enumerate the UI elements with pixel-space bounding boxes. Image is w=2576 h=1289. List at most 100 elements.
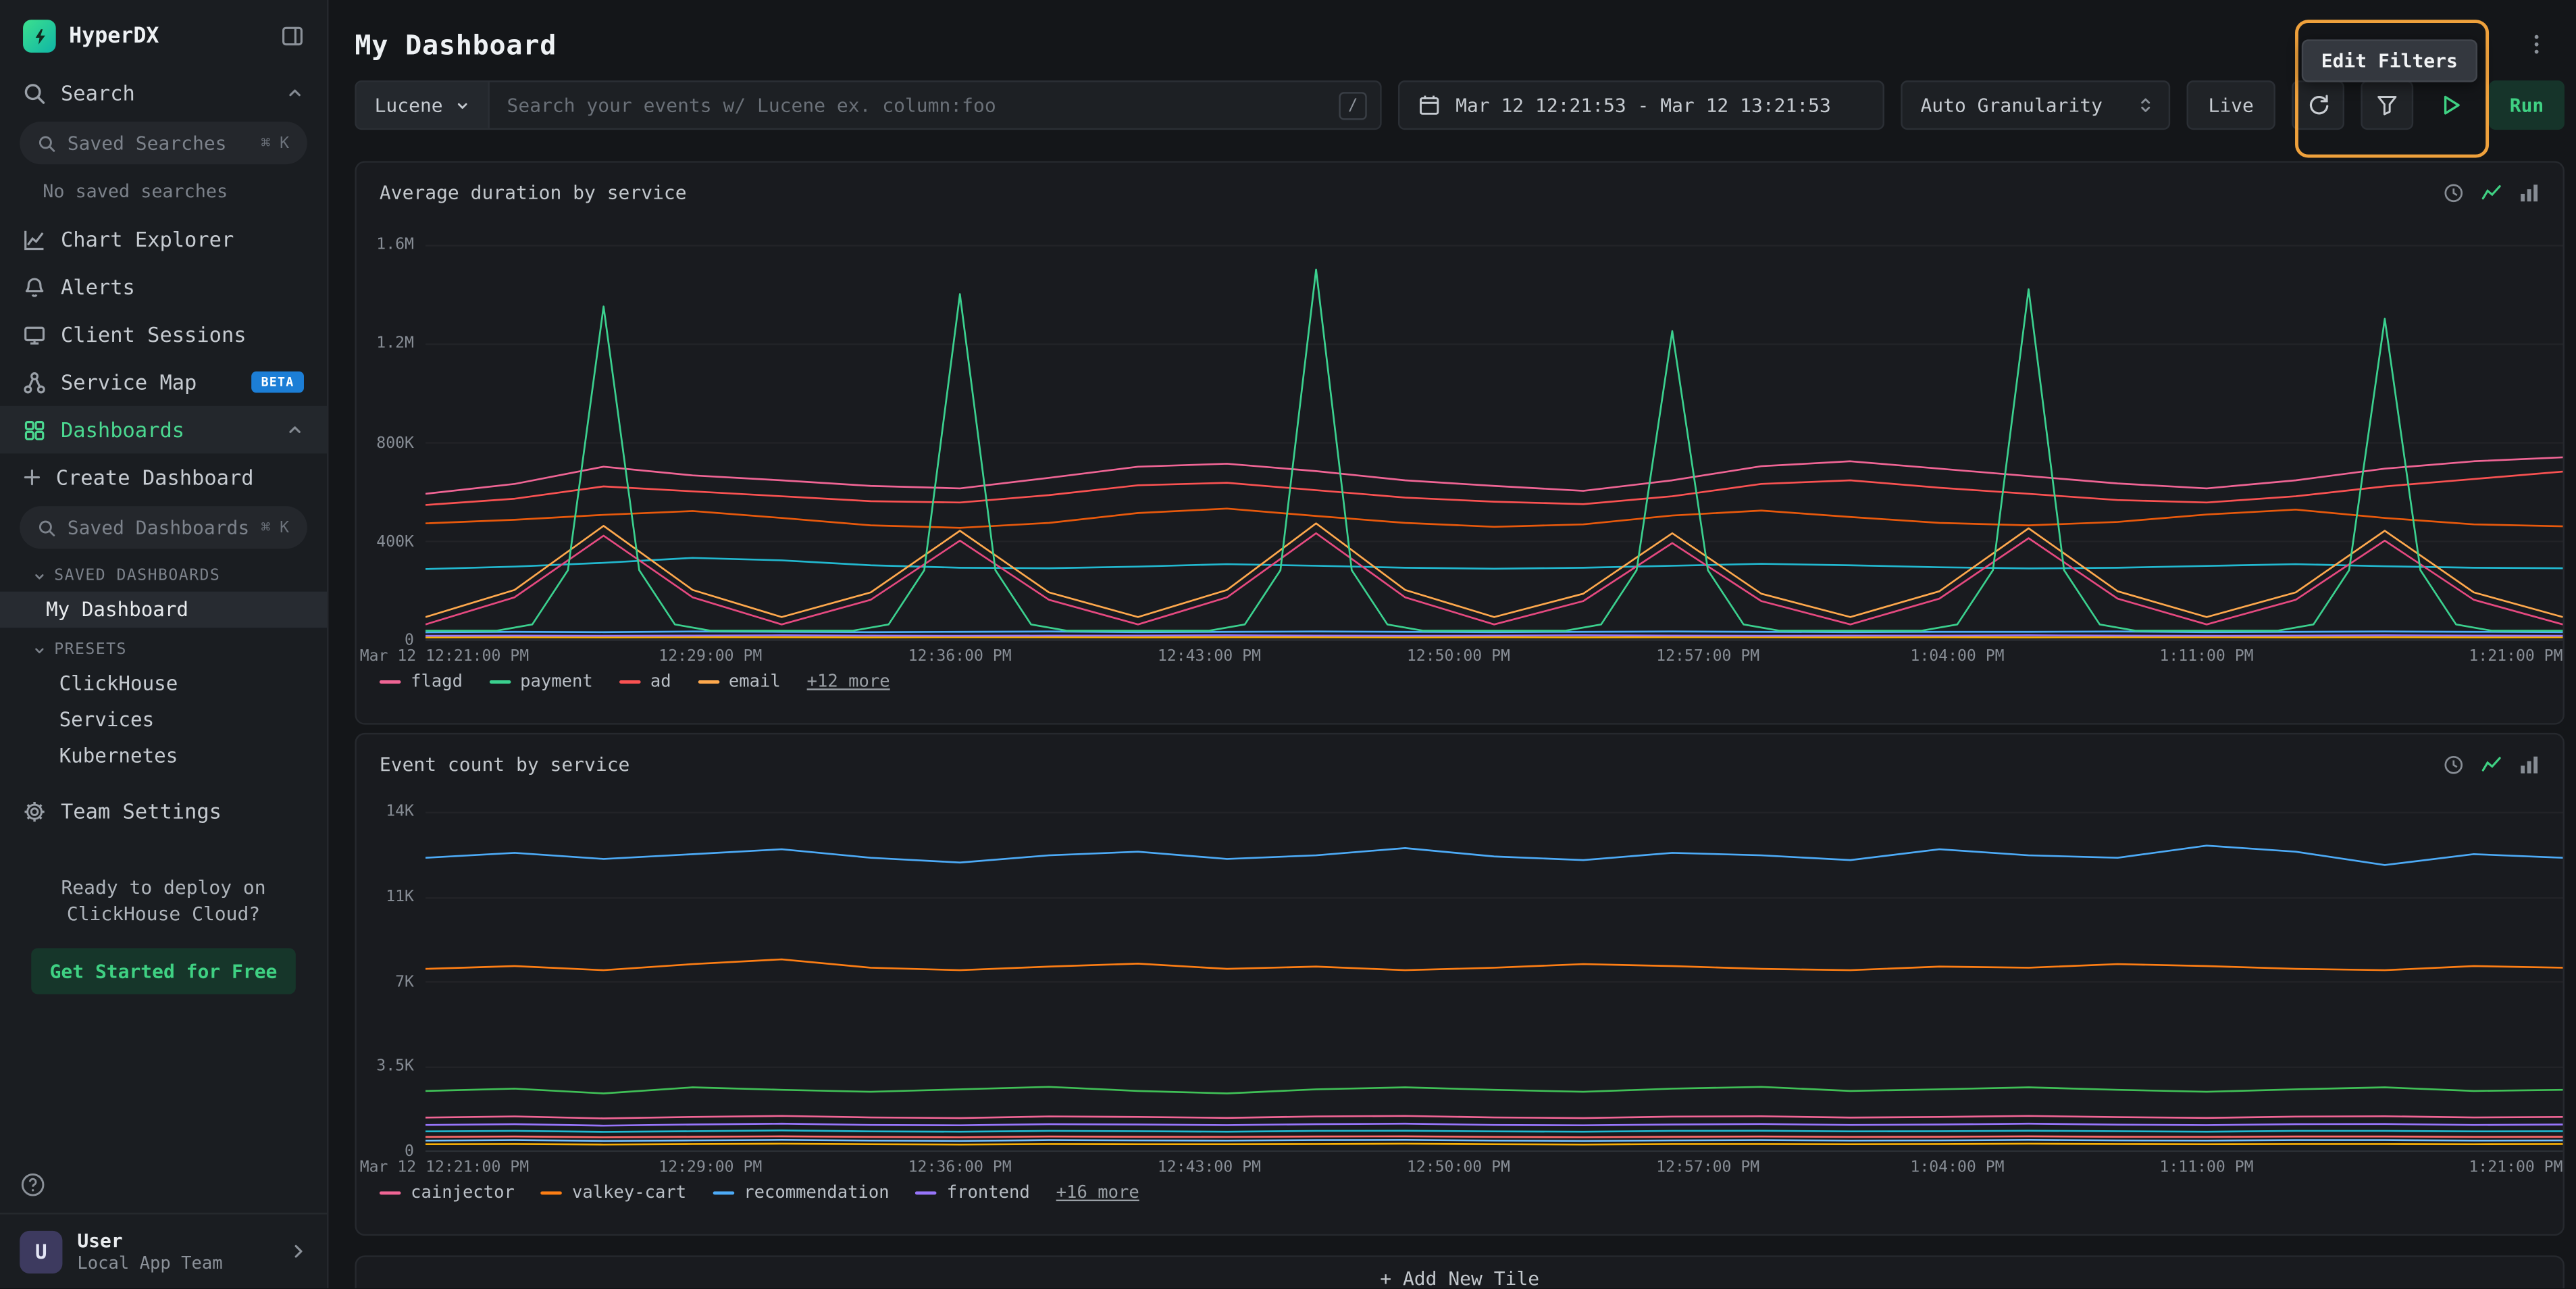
y-axis-tick: 7K [355,973,414,991]
play-button[interactable] [2430,80,2473,130]
edit-filters-tooltip: Edit Filters [2302,39,2477,82]
presets-section[interactable]: PRESETS [0,628,327,665]
time-range-icon[interactable] [2443,753,2465,775]
legend-item-cainjector[interactable]: cainjector [380,1183,515,1203]
user-menu[interactable]: U User Local App Team [0,1213,327,1289]
create-dashboard-button[interactable]: Create Dashboard [0,453,327,501]
add-new-tile-button[interactable]: + Add New Tile [355,1255,2565,1289]
chart-legend: flagd payment ad email +12 more [380,672,2563,692]
event-search-input[interactable]: Search your events w/ Lucene ex. column:… [489,82,1339,128]
toolbar: Lucene Search your events w/ Lucene ex. … [355,80,2565,130]
legend-label: frontend [947,1183,1030,1203]
time-range-icon[interactable] [2443,182,2465,203]
y-axis-tick: 1.6M [355,236,414,254]
sidebar-item-team-settings[interactable]: Team Settings [0,787,327,835]
tile-title: Average duration by service [380,181,687,204]
user-meta: User Local App Team [77,1230,222,1274]
x-axis-tick: 12:36:00 PM [908,1159,1012,1177]
saved-dashboards-section[interactable]: SAVED DASHBOARDS [0,554,327,592]
calendar-icon [1418,94,1441,117]
legend-swatch [713,1191,734,1194]
chart-series-ad [426,472,2563,505]
sidebar-item-dashboards[interactable]: Dashboards [0,406,327,454]
legend-swatch [698,680,719,684]
refresh-button[interactable] [2292,80,2344,130]
sidebar-item-chart-explorer[interactable]: Chart Explorer [0,216,327,263]
y-axis-tick: 11K [355,888,414,906]
query-language-label: Lucene [375,94,443,117]
legend-swatch [541,1191,563,1194]
sidebar-item-alerts[interactable]: Alerts [0,263,327,311]
chart-area: 14K11K7K3.5K0 [357,812,2563,1153]
tile-event-count: Event count by service 14K11K7K3.5K0 [355,733,2565,1236]
page-head: My Dashboard [355,26,2565,63]
bar-chart-icon[interactable] [2519,753,2540,775]
gridline [426,1065,2563,1067]
help-icon[interactable] [20,1172,46,1198]
legend-item-recommendation[interactable]: recommendation [713,1183,890,1203]
gridline [426,343,2563,345]
granularity-select[interactable]: Auto Granularity [1901,80,2170,130]
sidebar-item-service-map[interactable]: Service Map BETA [0,358,327,406]
legend-more-link[interactable]: +12 more [807,672,890,692]
chart-explorer-icon [23,228,46,251]
user-team: Local App Team [77,1255,222,1274]
saved-searches-placeholder: Saved Searches [68,132,250,155]
line-chart-icon[interactable] [2481,753,2502,775]
bell-icon [23,275,46,298]
sidebar-item-search[interactable]: Search [0,69,327,117]
filter-button[interactable] [2361,80,2413,130]
sidebar-item-my-dashboard[interactable]: My Dashboard [0,592,327,628]
chart-series [426,558,2563,570]
chevron-up-icon[interactable] [286,84,304,102]
legend-item-flagd[interactable]: flagd [380,672,463,692]
dashboard-menu-button[interactable] [2519,26,2555,63]
query-language-dropdown[interactable]: Lucene [357,82,489,128]
chart-series-recommendation [426,846,2563,865]
bar-chart-icon[interactable] [2519,182,2540,203]
date-range-picker[interactable]: Mar 12 12:21:53 - Mar 12 13:21:53 [1398,80,1884,130]
sidebar-item-label: Team Settings [61,799,222,823]
chart-series [426,635,2563,636]
gridline [426,245,2563,246]
gear-icon [23,799,46,822]
selector-icon [2138,95,2154,115]
chart-series-payment [426,270,2563,631]
sidebar-item-label: Search [61,80,135,105]
sidebar-item-label: Service Map [61,370,197,394]
sidebar-item-client-sessions[interactable]: Client Sessions [0,311,327,359]
chart-plot[interactable] [426,812,2563,1153]
x-axis-tick: 1:21:00 PM [2469,1159,2562,1177]
legend-item-email[interactable]: email [698,672,781,692]
chart-plot[interactable] [426,245,2563,640]
get-started-button[interactable]: Get Started for Free [32,949,295,994]
line-chart-icon[interactable] [2481,182,2502,203]
saved-searches-input[interactable]: Saved Searches ⌘ K [20,122,307,164]
legend-more-link[interactable]: +16 more [1056,1183,1139,1203]
legend-item-frontend[interactable]: frontend [916,1183,1030,1203]
legend-item-payment[interactable]: payment [489,672,593,692]
tile-title: Event count by service [380,753,630,776]
live-button[interactable]: Live [2187,80,2275,130]
collapse-sidebar-icon[interactable] [281,24,304,47]
preset-clickhouse[interactable]: ClickHouse [0,665,327,702]
preset-kubernetes[interactable]: Kubernetes [0,738,327,774]
saved-dashboards-input[interactable]: Saved Dashboards ⌘ K [20,506,307,549]
x-axis-tick: 1:04:00 PM [1910,647,2004,665]
gridline [426,540,2563,542]
hyperdx-logo-icon[interactable] [23,20,56,53]
gridline [426,442,2563,443]
chevron-up-icon[interactable] [286,421,304,439]
preset-services[interactable]: Services [0,702,327,738]
chart-area: 1.6M1.2M800K400K0 [357,245,2563,640]
run-button[interactable]: Run [2489,80,2565,130]
x-axis-tick: 12:50:00 PM [1407,647,1510,665]
tile-head: Average duration by service [357,163,2563,204]
x-axis: Mar 12 12:21:00 PM12:29:00 PM12:36:00 PM… [426,1152,2563,1178]
y-axis-tick: 800K [355,434,414,452]
app-name: HyperDX [69,24,267,48]
sidebar-item-label: Client Sessions [61,322,247,347]
legend-item-ad[interactable]: ad [619,672,671,692]
legend-item-valkey-cart[interactable]: valkey-cart [541,1183,686,1203]
y-axis: 14K11K7K3.5K0 [357,812,426,1153]
